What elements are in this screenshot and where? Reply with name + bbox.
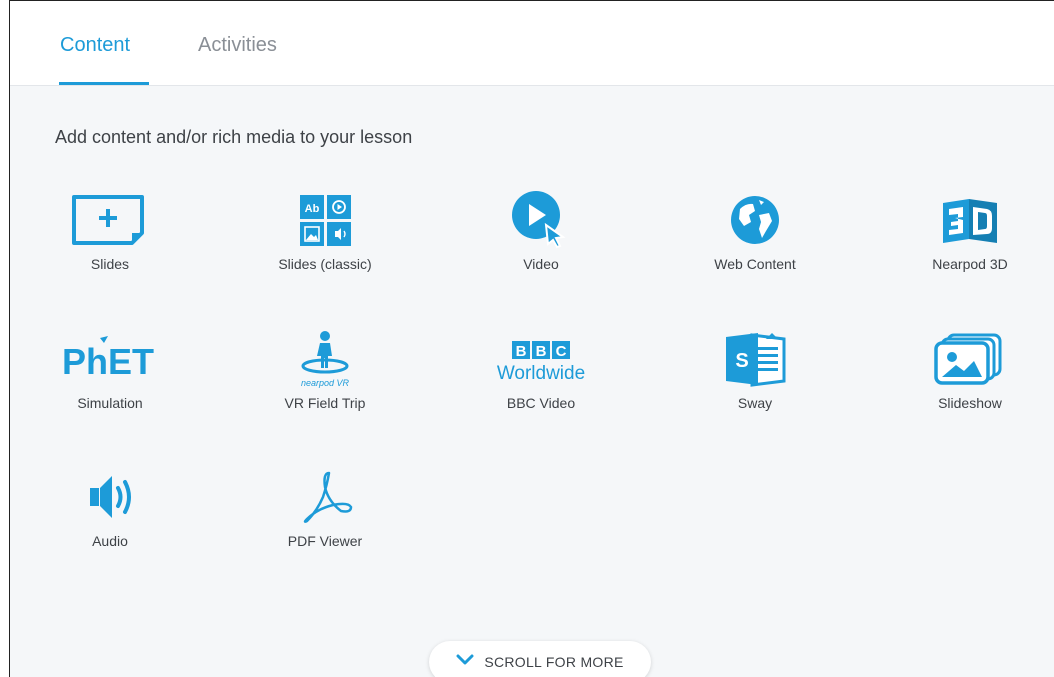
globe-icon [675,187,835,253]
content-item-slideshow[interactable]: Slideshow [890,326,1050,436]
content-item-label: Slides (classic) [278,256,372,272]
content-item-nearpod-3d[interactable]: Nearpod 3D [890,187,1050,297]
tab-bar: Content Activities [10,1,1054,86]
content-item-label: VR Field Trip [284,395,366,411]
chevron-down-icon [456,653,474,671]
svg-text:S: S [735,350,748,372]
content-item-label: Simulation [77,395,143,411]
tab-content[interactable]: Content [60,34,130,57]
content-item-label: Audio [92,533,128,549]
pdf-icon [245,464,405,530]
section-heading: Add content and/or rich media to your le… [55,127,413,147]
content-item-simulation[interactable]: PhET Simulation [30,326,190,436]
content-item-video[interactable]: Video [461,187,621,297]
svg-text:nearpod VR: nearpod VR [301,378,350,388]
svg-text:C: C [556,343,567,360]
content-item-label: Sway [737,395,773,411]
vr-field-trip-icon: nearpod VR [245,326,405,392]
content-item-label: BBC Video [506,395,576,411]
content-item-label: Nearpod 3D [932,256,1008,272]
content-panel: Content Activities Add content and/or ri… [9,0,1054,677]
svg-text:B: B [516,343,527,360]
phet-logo-icon: PhET [30,326,190,392]
scroll-for-more-button[interactable]: SCROLL FOR MORE [429,641,651,677]
svg-text:Ab: Ab [305,203,320,215]
content-item-vr-field-trip[interactable]: nearpod VR VR Field Trip [245,326,405,436]
content-item-pdf-viewer[interactable]: PDF Viewer [245,464,405,574]
content-item-bbc-video[interactable]: B B C Worldwide BBC Video [461,326,621,436]
svg-text:Worldwide: Worldwide [497,363,585,384]
active-tab-indicator [59,82,149,85]
content-item-audio[interactable]: Audio [30,464,190,574]
slides-classic-icon: Ab [245,187,405,253]
tab-activities[interactable]: Activities [198,34,277,57]
video-icon [461,187,621,253]
nearpod-3d-icon [890,187,1050,253]
content-item-label: Web Content [714,256,796,272]
content-item-slides[interactable]: Slides [30,187,190,297]
content-item-label: Slideshow [938,395,1002,411]
svg-text:PhET: PhET [62,341,154,382]
content-item-slides-classic[interactable]: Ab Slides (classic) [245,187,405,297]
content-item-label: Slides [90,256,130,272]
speaker-icon [30,464,190,530]
content-item-label: PDF Viewer [287,533,363,549]
bbc-worldwide-logo-icon: B B C Worldwide [461,326,621,392]
content-item-web-content[interactable]: Web Content [675,187,835,297]
slideshow-icon [890,326,1050,392]
slides-icon [30,187,190,253]
svg-text:B: B [536,343,547,360]
sway-icon: S [675,326,835,392]
scroll-for-more-label: SCROLL FOR MORE [484,654,624,670]
content-item-sway[interactable]: S Sway [675,326,835,436]
content-item-label: Video [523,256,559,272]
